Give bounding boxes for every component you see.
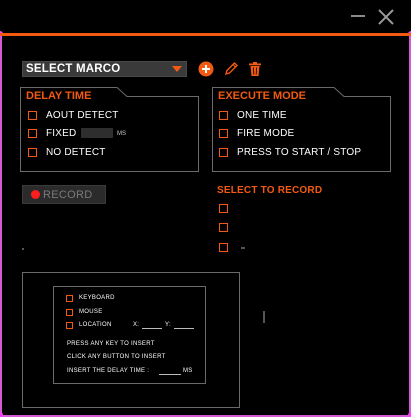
pencil-icon[interactable] bbox=[223, 61, 239, 77]
trash-icon[interactable] bbox=[247, 61, 263, 77]
no-detect-checkbox[interactable] bbox=[28, 148, 37, 157]
fire-mode-label: FIRE MODE bbox=[237, 128, 295, 139]
stray-mark bbox=[22, 248, 24, 250]
location-label: LOCATION bbox=[79, 322, 112, 328]
fixed-checkbox[interactable] bbox=[28, 129, 37, 138]
mouse-label: MOUSE bbox=[79, 309, 103, 315]
x-coordinate-input[interactable] bbox=[142, 323, 162, 329]
keyboard-checkbox[interactable] bbox=[66, 295, 73, 302]
record-button[interactable]: RECORD bbox=[22, 185, 106, 204]
no-detect-label: NO DETECT bbox=[46, 147, 106, 158]
record-dot-icon bbox=[31, 190, 40, 199]
aout-detect-label: AOUT DETECT bbox=[46, 110, 119, 121]
title-bar-divider bbox=[0, 33, 411, 36]
y-coordinate-input[interactable] bbox=[174, 323, 194, 329]
chevron-down-icon bbox=[172, 66, 182, 72]
macro-select[interactable]: SELECT MARCO bbox=[22, 61, 187, 77]
fixed-label: FIXED bbox=[46, 128, 77, 139]
close-icon[interactable] bbox=[376, 7, 396, 27]
record-option-checkbox-2[interactable] bbox=[219, 223, 228, 232]
one-time-checkbox[interactable] bbox=[219, 111, 228, 120]
one-time-label: ONE TIME bbox=[237, 110, 287, 121]
frame-corner-dot bbox=[0, 412, 3, 417]
record-option-checkbox-1[interactable] bbox=[219, 204, 228, 213]
window-frame-left bbox=[0, 34, 2, 417]
fixed-unit-label: MS bbox=[117, 131, 126, 137]
insert-key-hint: PRESS ANY KEY TO INSERT bbox=[67, 341, 155, 347]
mouse-checkbox[interactable] bbox=[66, 309, 73, 316]
keyboard-label: KEYBOARD bbox=[79, 295, 115, 301]
x-coordinate-label: X: bbox=[133, 322, 140, 328]
minimize-icon[interactable] bbox=[351, 15, 365, 17]
stray-mark bbox=[241, 247, 245, 249]
execute-mode-title: EXECUTE MODE bbox=[218, 90, 307, 102]
delay-time-title: DELAY TIME bbox=[26, 90, 92, 102]
press-start-stop-checkbox[interactable] bbox=[219, 148, 228, 157]
fixed-delay-input[interactable] bbox=[81, 128, 113, 138]
insert-delay-input[interactable] bbox=[159, 369, 181, 375]
insert-button-hint: CLICK ANY BUTTON TO INSERT bbox=[67, 354, 166, 360]
select-to-record-title: SELECT TO RECORD bbox=[217, 185, 323, 196]
aout-detect-checkbox[interactable] bbox=[28, 111, 37, 120]
y-coordinate-label: Y: bbox=[165, 322, 171, 328]
fire-mode-checkbox[interactable] bbox=[219, 129, 228, 138]
macro-editor-window: SELECT MARCO DELAY TIME AOUT DETECT FIXE… bbox=[0, 0, 411, 417]
insert-delay-label: INSERT THE DELAY TIME : bbox=[67, 368, 150, 374]
location-checkbox[interactable] bbox=[66, 322, 73, 329]
insert-delay-unit: MS bbox=[183, 368, 193, 374]
record-button-label: RECORD bbox=[43, 189, 93, 201]
press-start-stop-label: PRESS TO START / STOP bbox=[237, 147, 362, 158]
macro-select-value: SELECT MARCO bbox=[26, 63, 121, 75]
add-icon[interactable] bbox=[198, 61, 214, 77]
record-option-checkbox-3[interactable] bbox=[219, 243, 228, 252]
stray-mark bbox=[263, 311, 265, 323]
